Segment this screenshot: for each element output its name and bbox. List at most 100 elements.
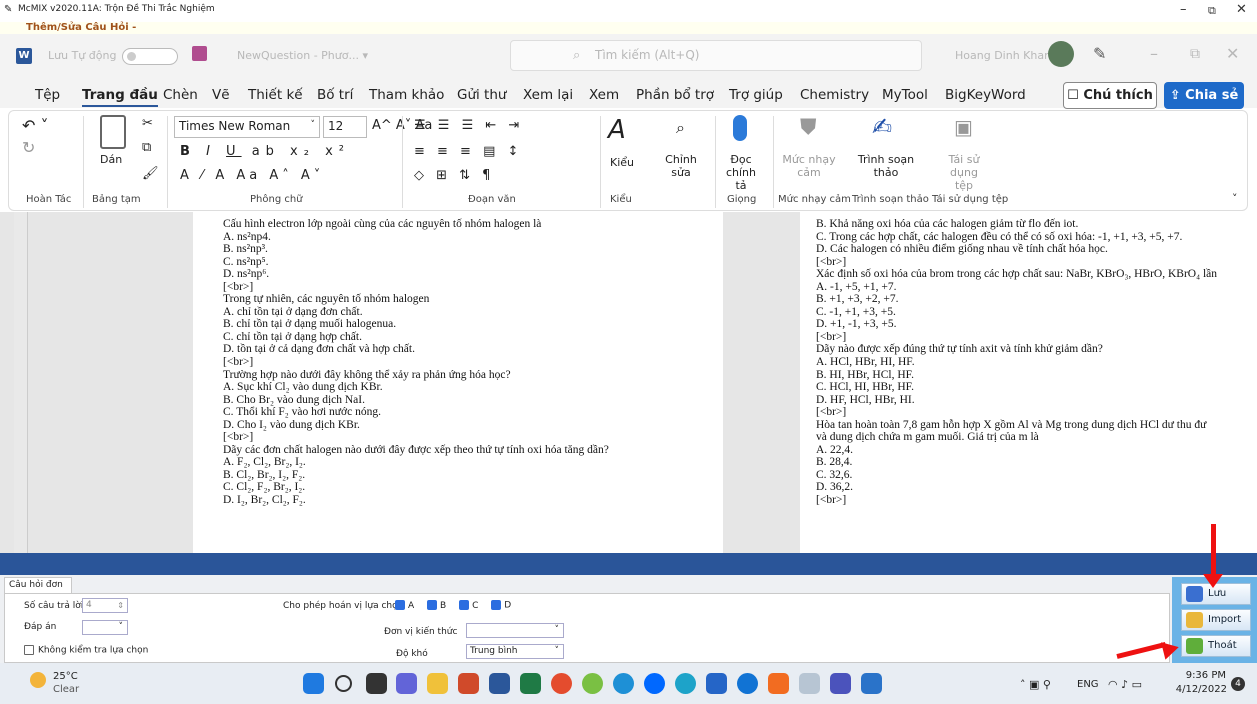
app-icon-circle[interactable] [737, 673, 758, 694]
edge-beta-icon[interactable] [675, 673, 696, 694]
document-page-left[interactable]: Cấu hình electron lớp ngoài cùng của các… [193, 212, 723, 553]
paste-icon[interactable] [100, 115, 126, 149]
no-check-checkbox[interactable] [24, 645, 34, 655]
word-restore-icon[interactable]: ⧉ [1190, 46, 1200, 62]
task-view-icon[interactable] [366, 673, 387, 694]
list-icons[interactable]: ☰ ☰ ☰ ⇤ ⇥ [414, 118, 523, 133]
shading-icons[interactable]: ◇ ⊞ ⇅ ¶ [414, 168, 494, 183]
clock-time[interactable]: 9:36 PM [1180, 670, 1226, 681]
tab-mytool[interactable]: MyTool [882, 87, 928, 103]
option-d-checkbox[interactable] [491, 600, 502, 610]
clock-date[interactable]: 4/12/2022 [1175, 684, 1227, 695]
font-size-combo[interactable]: 12 [323, 116, 367, 138]
option-b-checkbox[interactable] [427, 600, 438, 610]
difficulty-select[interactable]: Trung bình ˅ [466, 644, 564, 659]
search-box[interactable]: ⌕ Tìm kiếm (Alt+Q) [510, 40, 922, 71]
exit-button[interactable]: Thoát [1181, 635, 1251, 657]
styles-icon[interactable]: A [608, 115, 626, 145]
share-button[interactable]: ⇪ Chia sẻ [1164, 82, 1244, 109]
pen-icon[interactable]: ✎ [1093, 44, 1106, 63]
wifi-sound-battery-icons[interactable]: ◠ ♪ ▭ [1108, 678, 1142, 691]
powerpoint-icon[interactable] [458, 673, 479, 694]
tab-review[interactable]: Xem lại [523, 87, 573, 103]
tab-draw[interactable]: Vẽ [212, 87, 230, 103]
undo-icon[interactable]: ↶ ˅ [22, 116, 49, 135]
editor-label[interactable]: Trình soạn thảo [855, 153, 917, 179]
tray-chevron-icon[interactable]: ˄ ▣ ⚲ [1020, 678, 1051, 691]
search-taskbar-icon[interactable] [335, 675, 352, 692]
doc-line: [<br>] [223, 356, 254, 369]
tab-home[interactable]: Trang đầu [82, 87, 158, 107]
tab-view[interactable]: Xem [589, 87, 619, 103]
word-close-icon[interactable]: ✕ [1226, 44, 1239, 63]
group-clipboard: Bảng tạm [92, 194, 141, 205]
no-check-option[interactable]: Không kiểm tra lựa chọn [24, 645, 148, 656]
autosave-toggle[interactable] [122, 48, 178, 65]
tab-layout[interactable]: Bố trí [317, 87, 353, 103]
chrome-icon[interactable] [551, 673, 572, 694]
redo-icon[interactable]: ↻ [22, 138, 35, 157]
text-color-icons[interactable]: A ⁄ A Aa A˄ A˅ [180, 168, 324, 183]
app-icon-blue[interactable] [706, 673, 727, 694]
language-indicator[interactable]: ENG [1077, 679, 1099, 690]
chat-icon[interactable] [396, 673, 417, 694]
permute-options: A B C D [395, 600, 511, 611]
coc-coc-icon[interactable] [582, 673, 603, 694]
tab-bigkeyword[interactable]: BigKeyWord [945, 87, 1026, 103]
comments-button[interactable]: ☐ Chú thích [1063, 82, 1157, 109]
import-button[interactable]: Import [1181, 609, 1251, 631]
paste-label[interactable]: Dán [100, 153, 122, 166]
excel-icon[interactable] [520, 673, 541, 694]
notification-badge[interactable]: 4 [1231, 677, 1245, 691]
find-icon[interactable]: ⌕ [676, 118, 685, 138]
cut-icon[interactable]: ✂ [142, 116, 153, 131]
tab-mailings[interactable]: Gửi thư [457, 87, 506, 103]
tab-chemistry[interactable]: Chemistry [800, 87, 869, 103]
edit-label[interactable]: Chỉnh sửa [660, 153, 702, 179]
text-format-icons[interactable]: B I U ab x₂ x² [180, 144, 350, 159]
document-page-right[interactable]: B. Khả năng oxi hóa của các halogen giảm… [800, 212, 1257, 553]
option-a-checkbox[interactable] [395, 600, 405, 610]
dictate-label[interactable]: Đọc chính tả [720, 153, 762, 192]
answer-select[interactable]: ˅ [82, 620, 128, 635]
app-icon-grid[interactable] [861, 673, 882, 694]
editor-icon[interactable]: ✍ [872, 113, 892, 141]
tab-single-question[interactable]: Câu hỏi đơn [4, 577, 72, 593]
tab-addins[interactable]: Phần bổ trợ [636, 87, 714, 103]
weather-moon-icon[interactable] [30, 672, 46, 688]
styles-label[interactable]: Kiểu [610, 156, 634, 169]
num-answers-stepper[interactable]: 4 ⇕ [82, 598, 128, 613]
zalo-icon[interactable] [644, 673, 665, 694]
app-icon-orange[interactable] [768, 673, 789, 694]
weather-temp[interactable]: 25°C [53, 671, 78, 682]
tab-insert[interactable]: Chèn [163, 87, 198, 103]
close-icon[interactable]: ✕ [1236, 2, 1247, 17]
file-explorer-icon[interactable] [427, 673, 448, 694]
tab-file[interactable]: Tệp [35, 87, 60, 103]
tab-design[interactable]: Thiết kế [248, 87, 303, 103]
start-icon[interactable] [303, 673, 324, 694]
minimize-icon[interactable]: – [1180, 2, 1187, 17]
avatar[interactable] [1048, 41, 1074, 67]
tab-references[interactable]: Tham khảo [369, 87, 444, 103]
doc-line: D. +1, -1, +3, +5. [816, 318, 897, 331]
mcmix-icon[interactable] [799, 673, 820, 694]
collapse-ribbon-icon[interactable]: ˅ [1232, 192, 1238, 205]
word-icon: W [16, 48, 32, 64]
save-disk-icon[interactable] [192, 46, 207, 61]
maximize-icon[interactable]: ⧉ [1208, 4, 1216, 18]
format-painter-icon[interactable]: 🖌 [142, 166, 159, 181]
teams-icon[interactable] [830, 673, 851, 694]
unit-select[interactable]: ˅ [466, 623, 564, 638]
word-minimize-icon[interactable]: – [1150, 44, 1158, 63]
align-icons[interactable]: ≡ ≡ ≡ ▤ ↕ [414, 144, 522, 159]
tab-help[interactable]: Trợ giúp [729, 87, 783, 103]
font-name-combo[interactable]: Times New Roman ˅ [174, 116, 320, 138]
document-name[interactable]: NewQuestion - Phươ... ▾ [237, 49, 368, 62]
microphone-icon[interactable] [733, 115, 747, 141]
copy-icon[interactable]: ⧉ [142, 140, 151, 155]
option-c-checkbox[interactable] [459, 600, 470, 610]
word-taskbar-icon[interactable] [489, 673, 510, 694]
edge-icon[interactable] [613, 673, 634, 694]
separator-band [0, 553, 1257, 575]
